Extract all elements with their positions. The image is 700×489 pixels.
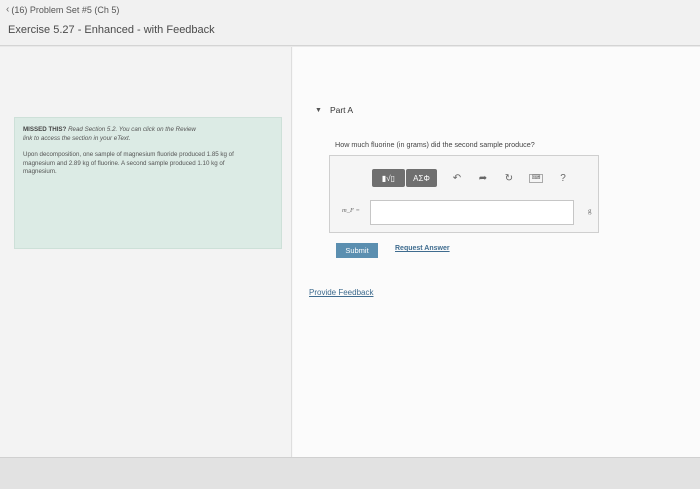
- right-pane: ▼ Part A How much fluorine (in grams) di…: [293, 47, 700, 457]
- breadcrumb[interactable]: ‹ (16) Problem Set #5 (Ch 5): [6, 4, 119, 15]
- redo-icon[interactable]: ➦: [477, 173, 489, 184]
- content-area: MISSED THIS? Read Section 5.2. You can c…: [0, 47, 700, 457]
- chevron-left-icon[interactable]: ‹: [6, 4, 9, 15]
- symbols-button[interactable]: ΑΣΦ: [406, 169, 437, 187]
- page-title: Exercise 5.27 - Enhanced - with Feedback: [8, 24, 215, 36]
- answer-panel: ▮√▯ ΑΣΦ ↶ ➦ ↻ ⌨ ? m_F = g: [329, 155, 599, 233]
- bottom-strip: [0, 457, 700, 489]
- request-answer-link[interactable]: Request Answer: [395, 245, 450, 252]
- top-bar: ‹ (16) Problem Set #5 (Ch 5) Exercise 5.…: [0, 0, 700, 46]
- question-text: How much fluorine (in grams) did the sec…: [335, 140, 535, 149]
- answer-input[interactable]: [370, 200, 574, 225]
- math-toolbar: ▮√▯ ΑΣΦ ↶ ➦ ↻ ⌨ ?: [372, 169, 569, 187]
- part-a-header[interactable]: ▼ Part A: [315, 105, 353, 115]
- missed-this-box: MISSED THIS? Read Section 5.2. You can c…: [14, 117, 282, 249]
- breadcrumb-label[interactable]: (16) Problem Set #5 (Ch 5): [11, 5, 119, 15]
- help-button[interactable]: ?: [557, 173, 569, 184]
- provide-feedback-link[interactable]: Provide Feedback: [309, 288, 373, 297]
- variable-label: m_F =: [342, 207, 360, 214]
- missed-this-text-2: link to access the section in your eText…: [23, 135, 131, 142]
- reset-icon[interactable]: ↻: [503, 173, 515, 184]
- keyboard-icon[interactable]: ⌨: [529, 173, 543, 183]
- missed-this-text: Read Section 5.2. You can click on the R…: [68, 126, 196, 133]
- missed-this-label: MISSED THIS?: [23, 126, 67, 133]
- unit-label: g: [588, 207, 592, 215]
- templates-button[interactable]: ▮√▯: [372, 169, 405, 187]
- problem-statement: Upon decomposition, one sample of magnes…: [23, 151, 234, 175]
- undo-icon[interactable]: ↶: [451, 173, 463, 184]
- collapse-triangle-icon[interactable]: ▼: [315, 107, 322, 114]
- part-label[interactable]: Part A: [330, 105, 353, 115]
- submit-button[interactable]: Submit: [336, 243, 378, 258]
- left-pane: MISSED THIS? Read Section 5.2. You can c…: [0, 47, 292, 457]
